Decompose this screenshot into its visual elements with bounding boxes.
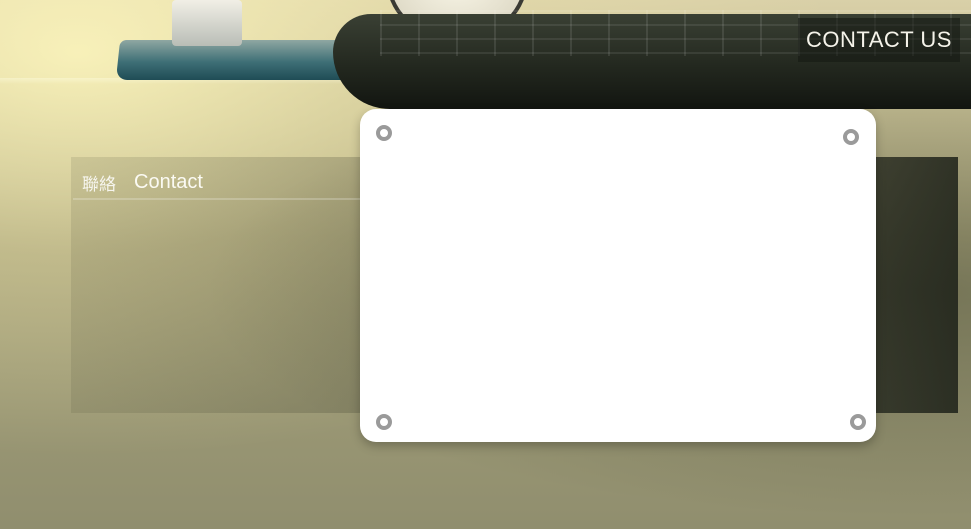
pin-icon	[843, 129, 859, 145]
pin-icon	[376, 414, 392, 430]
content-card	[360, 109, 876, 442]
contact-us-nav[interactable]: CONTACT US	[798, 18, 960, 62]
pin-icon	[850, 414, 866, 430]
section-title-cn: 聯絡	[82, 174, 116, 195]
pin-icon	[376, 125, 392, 141]
contact-us-label[interactable]: CONTACT US	[806, 27, 952, 53]
section-title-en: Contact	[134, 170, 203, 193]
section-title: 聯絡 Contact	[73, 166, 373, 200]
monitor-neck-image	[172, 0, 242, 46]
